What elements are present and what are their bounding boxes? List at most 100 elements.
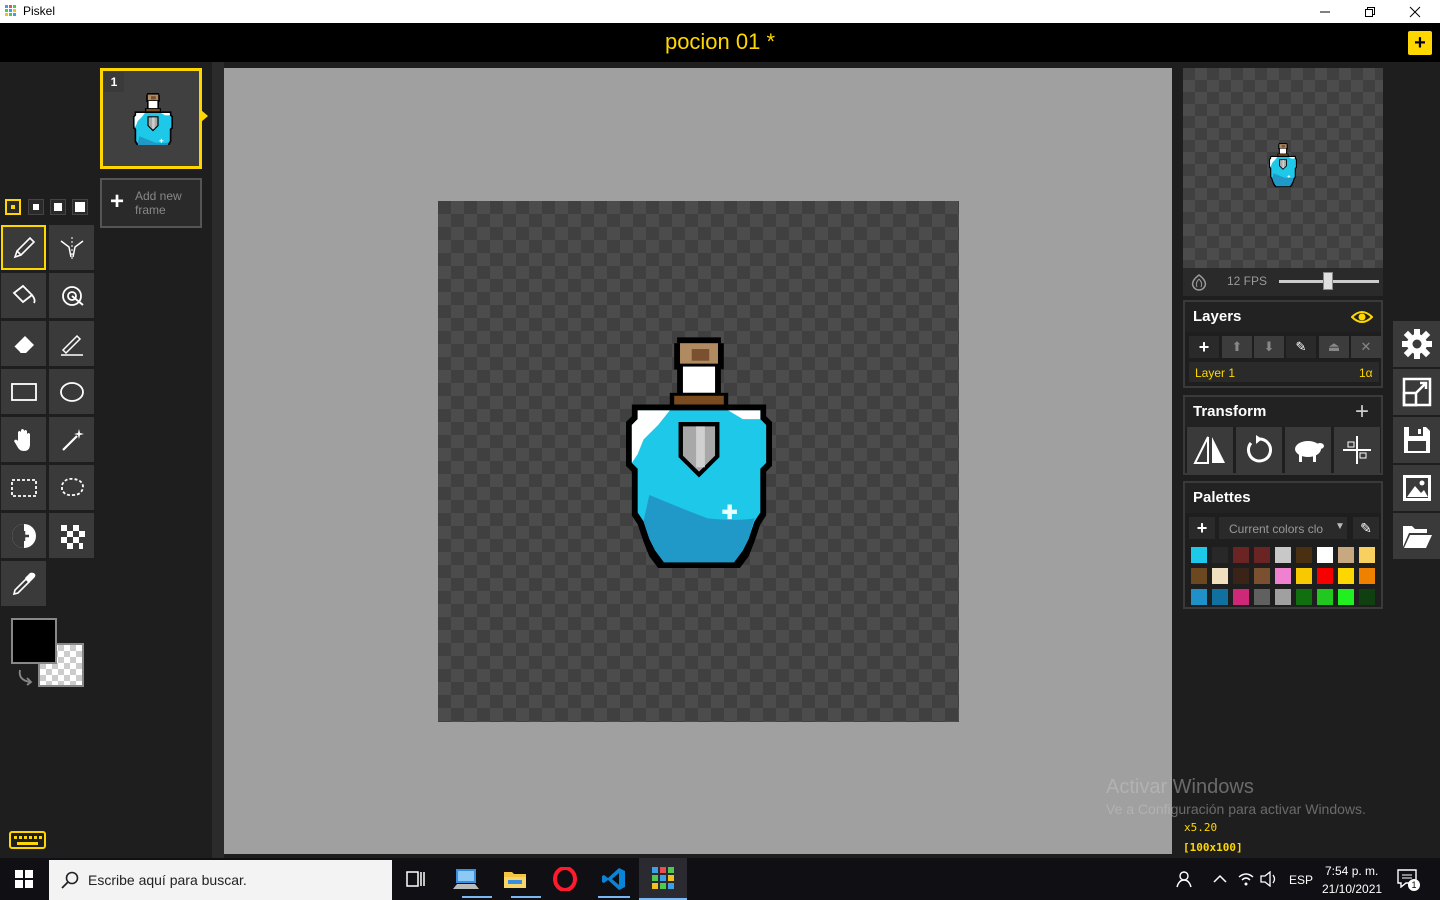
restore-button[interactable]	[1347, 0, 1393, 23]
taskbar-search-box[interactable]: Escribe aquí para buscar.	[49, 860, 392, 900]
palette-swatch[interactable]	[1359, 547, 1375, 563]
add-layer-button[interactable]: +	[1189, 336, 1219, 358]
pen-size-3[interactable]	[50, 199, 66, 215]
palette-swatch[interactable]	[1296, 589, 1312, 605]
palette-swatch[interactable]	[1359, 568, 1375, 584]
shape-selection-tool[interactable]	[49, 417, 94, 462]
flip-button[interactable]	[1187, 427, 1233, 473]
rectangle-selection-tool[interactable]	[1, 465, 46, 510]
palette-swatch[interactable]	[1191, 547, 1207, 563]
input-language[interactable]: ESP	[1289, 873, 1313, 887]
chevron-up-icon[interactable]	[1213, 874, 1227, 884]
palette-swatch[interactable]	[1191, 568, 1207, 584]
eye-icon[interactable]	[1351, 309, 1373, 325]
clone-button[interactable]	[1285, 427, 1331, 473]
eraser-tool[interactable]	[1, 321, 46, 366]
wifi-icon[interactable]	[1238, 871, 1254, 887]
palette-swatch[interactable]	[1191, 589, 1207, 605]
pencil-icon	[13, 236, 35, 258]
rename-layer-button[interactable]: ✎	[1286, 336, 1316, 358]
dithering-tool[interactable]	[49, 513, 94, 558]
taskbar-app-piskel[interactable]	[639, 858, 687, 900]
palette-swatch[interactable]	[1317, 547, 1333, 563]
clock-time[interactable]: 7:54 p. m.	[1325, 864, 1378, 878]
palette-select[interactable]: Current colors clo ▼	[1219, 517, 1347, 539]
palette-swatch[interactable]	[1233, 547, 1249, 563]
palette-swatch[interactable]	[1212, 547, 1228, 563]
move-layer-up-button[interactable]: ⬆	[1222, 336, 1252, 358]
taskbar-app-computer[interactable]	[442, 858, 490, 900]
palette-swatch[interactable]	[1233, 589, 1249, 605]
pen-size-1[interactable]	[5, 199, 21, 215]
pen-size-4[interactable]	[72, 199, 88, 215]
animation-preview[interactable]	[1183, 68, 1383, 268]
minimize-button[interactable]	[1302, 0, 1348, 23]
palette-swatch[interactable]	[1275, 547, 1291, 563]
palette-swatch[interactable]	[1212, 589, 1228, 605]
stroke-tool[interactable]	[49, 321, 94, 366]
move-tool[interactable]	[1, 417, 46, 462]
start-button[interactable]	[0, 858, 48, 900]
edit-palette-button[interactable]: ✎	[1353, 517, 1379, 539]
circle-tool[interactable]	[49, 369, 94, 414]
palette-swatch[interactable]	[1275, 568, 1291, 584]
settings-button[interactable]	[1393, 321, 1440, 367]
save-button[interactable]	[1393, 417, 1440, 463]
volume-icon[interactable]	[1260, 871, 1278, 887]
taskbar-app-file-explorer[interactable]	[491, 858, 539, 900]
pen-size-2[interactable]	[28, 199, 44, 215]
palette-swatch[interactable]	[1359, 589, 1375, 605]
lighten-tool[interactable]	[1, 513, 46, 558]
rectangle-tool[interactable]	[1, 369, 46, 414]
palette-swatch[interactable]	[1254, 589, 1270, 605]
new-sprite-button[interactable]: +	[1408, 31, 1432, 55]
paint-bucket-tool[interactable]	[1, 273, 46, 318]
drawing-canvas[interactable]	[438, 201, 959, 722]
layer-row[interactable]: Layer 1 1α	[1189, 362, 1379, 382]
taskbar-app-opera[interactable]	[541, 858, 589, 900]
add-new-frame-button[interactable]: + Add new frame	[100, 178, 202, 228]
onion-skin-icon[interactable]	[1189, 273, 1209, 291]
palette-swatch[interactable]	[1254, 568, 1270, 584]
palette-swatch[interactable]	[1338, 589, 1354, 605]
palette-swatch[interactable]	[1296, 547, 1312, 563]
palette-swatch[interactable]	[1254, 547, 1270, 563]
hand-icon	[13, 428, 30, 451]
color-picker-tool[interactable]	[1, 561, 46, 606]
task-view-button[interactable]	[392, 858, 440, 900]
move-layer-down-button[interactable]: ⬇	[1254, 336, 1284, 358]
pen-tool[interactable]	[1, 225, 46, 270]
fps-slider-handle[interactable]	[1323, 272, 1333, 290]
rotate-button[interactable]	[1236, 427, 1282, 473]
action-center-button[interactable]: 1	[1396, 868, 1422, 892]
add-frame-label-2: frame	[135, 203, 166, 217]
document-title[interactable]: pocion 01 *	[0, 29, 1440, 55]
open-button[interactable]	[1393, 513, 1440, 559]
delete-layer-button[interactable]: ✕	[1351, 336, 1381, 358]
palette-swatch[interactable]	[1338, 568, 1354, 584]
piskel-icon	[652, 867, 674, 889]
primary-color-swatch[interactable]	[11, 618, 57, 664]
taskbar-app-vscode[interactable]	[590, 858, 638, 900]
palette-swatch[interactable]	[1233, 568, 1249, 584]
center-button[interactable]	[1334, 427, 1380, 473]
palette-swatch[interactable]	[1275, 589, 1291, 605]
add-palette-button[interactable]: +	[1189, 517, 1215, 539]
palette-swatch[interactable]	[1317, 589, 1333, 605]
resize-button[interactable]	[1393, 369, 1440, 415]
clock-date[interactable]: 21/10/2021	[1322, 882, 1382, 896]
swap-colors-icon[interactable]	[16, 668, 36, 686]
paint-all-same-color-tool[interactable]	[49, 273, 94, 318]
lasso-selection-tool[interactable]	[49, 465, 94, 510]
export-button[interactable]	[1393, 465, 1440, 511]
vertical-mirror-pen-tool[interactable]	[49, 225, 94, 270]
palette-swatch[interactable]	[1212, 568, 1228, 584]
palette-swatch[interactable]	[1296, 568, 1312, 584]
close-button[interactable]	[1392, 0, 1438, 23]
palette-swatch[interactable]	[1338, 547, 1354, 563]
merge-layer-button[interactable]: ⏏	[1319, 336, 1349, 358]
people-icon[interactable]	[1176, 870, 1194, 888]
expand-plus-icon[interactable]: +	[1355, 397, 1369, 427]
keyboard-shortcuts-icon[interactable]	[9, 830, 47, 850]
palette-swatch[interactable]	[1317, 568, 1333, 584]
